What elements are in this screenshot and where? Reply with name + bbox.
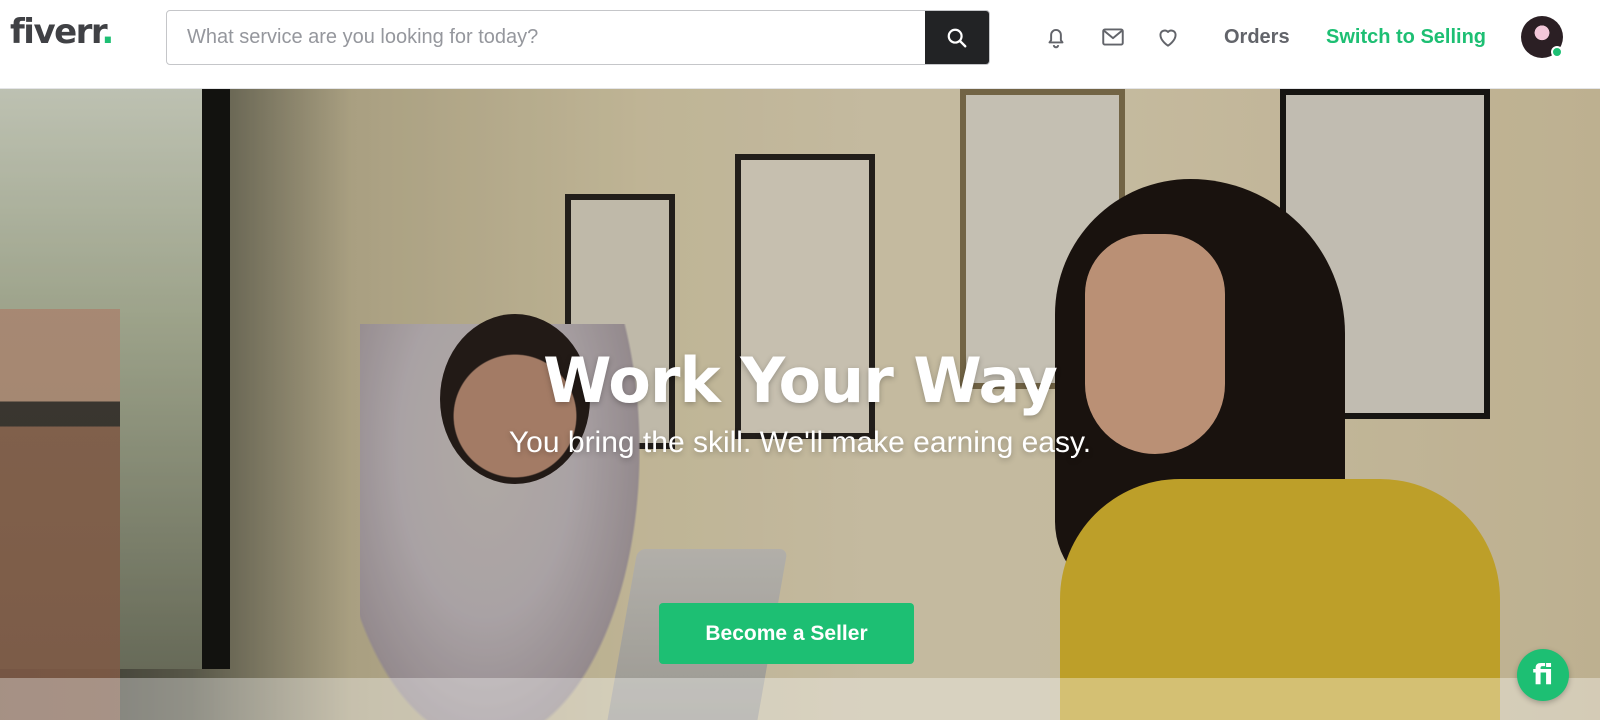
heart-icon — [1159, 29, 1177, 47]
logo-text: fiverr — [10, 12, 103, 52]
chat-button[interactable]: fi — [1517, 649, 1569, 701]
hero-subtitle: You bring the skill. We'll make earning … — [508, 426, 1092, 459]
search-input[interactable] — [167, 11, 925, 64]
mail-icon — [1102, 28, 1124, 46]
become-a-seller-button[interactable]: Become a Seller — [659, 603, 914, 664]
orders-link[interactable]: Orders — [1224, 22, 1290, 52]
favorites-button[interactable] — [1153, 22, 1183, 52]
hero-bottom-strip — [0, 678, 1600, 720]
top-navigation-bar: fiverr. Orders Switch to Selling — [0, 0, 1600, 89]
online-status-indicator — [1551, 46, 1563, 58]
hero-title: Work Your Way — [543, 344, 1058, 417]
search-button[interactable] — [925, 11, 989, 64]
hero-banner: Work Your Way You bring the skill. We'll… — [0, 89, 1600, 720]
search-bar — [166, 10, 990, 65]
bell-icon — [1048, 29, 1064, 49]
messages-button[interactable] — [1098, 22, 1128, 52]
chat-label: fi — [1532, 658, 1554, 691]
switch-to-selling-link[interactable]: Switch to Selling — [1326, 22, 1486, 52]
logo-dot: . — [101, 12, 114, 52]
notifications-button[interactable] — [1041, 22, 1071, 52]
fiverr-logo[interactable]: fiverr. — [10, 12, 114, 52]
search-icon — [947, 28, 967, 47]
